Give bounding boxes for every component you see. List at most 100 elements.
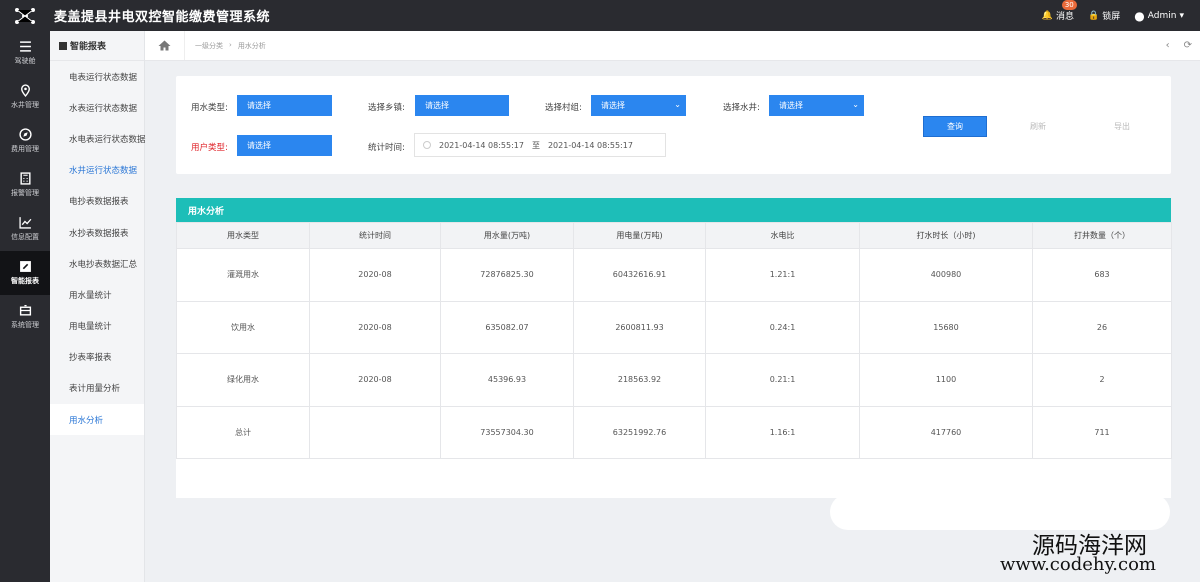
nav-label: 智能报表 xyxy=(11,277,39,285)
township-label: 选择乡镇: xyxy=(368,103,405,113)
chevron-down-icon: ⌄ xyxy=(852,100,859,109)
app-title: 麦盖提县井电双控智能缴费管理系统 xyxy=(54,10,271,25)
submenu-title: 智能报表 xyxy=(70,42,107,52)
table-cell: 63251992.76 xyxy=(573,405,706,459)
messages-button[interactable]: 🔔 消息 30 xyxy=(1042,0,1077,22)
submenu-header[interactable]: 智能报表 xyxy=(50,31,144,61)
table-cell: 683 xyxy=(1032,248,1172,302)
table-cell: 60432616.91 xyxy=(573,248,706,302)
village-value: 请选择 xyxy=(601,101,625,110)
refresh-button[interactable]: 刷新 xyxy=(1006,116,1070,137)
column-header: 用水类型 xyxy=(176,222,310,249)
column-header: 统计时间 xyxy=(309,222,441,249)
messages-badge: 30 xyxy=(1061,0,1077,10)
top-bar: 麦盖提县井电双控智能缴费管理系统 🔔 消息 30 🔒 锁屏 ● Admin ▾ xyxy=(0,0,1200,31)
edit-icon xyxy=(19,261,31,272)
submenu-item[interactable]: 水电表运行状态数据 xyxy=(50,123,146,154)
nav-item-reports[interactable]: 智能报表 xyxy=(0,251,50,295)
nav-item-config[interactable]: 信息配置 xyxy=(0,207,50,251)
table-cell: 15680 xyxy=(859,300,1033,354)
lock-label: 锁屏 xyxy=(1102,12,1121,22)
table-cell: 400980 xyxy=(859,248,1033,302)
user-type-label: 用户类型: xyxy=(191,143,228,153)
table-row: 灌溉用水 2020-08 72876825.30 60432616.91 1.2… xyxy=(176,248,1172,302)
nav-label: 信息配置 xyxy=(11,233,39,241)
main-nav: 驾驶舱 水井管理 费用管理 报警管理 信息配置 智能报表 系统管理 xyxy=(0,31,50,582)
user-menu[interactable]: ● Admin ▾ xyxy=(1134,9,1184,23)
date-range-picker[interactable]: 2021-04-14 08:55:17 至 2021-04-14 08:55:1… xyxy=(414,133,666,157)
nav-label: 系统管理 xyxy=(11,321,39,329)
lock-screen-button[interactable]: 🔒 锁屏 xyxy=(1088,9,1121,23)
nav-label: 驾驶舱 xyxy=(14,57,36,65)
table-cell: 45396.93 xyxy=(440,353,574,407)
logo-icon[interactable] xyxy=(0,7,50,25)
water-type-select[interactable]: 请选择 xyxy=(237,95,332,116)
lock-icon: 🔒 xyxy=(1088,10,1100,21)
compass-icon xyxy=(18,128,32,141)
nav-item-fees[interactable]: 费用管理 xyxy=(0,119,50,163)
watermark-url: www.codehy.com xyxy=(1000,554,1156,575)
submenu-item-active[interactable]: 用水分析 xyxy=(50,404,144,436)
home-icon[interactable] xyxy=(145,31,185,60)
township-value: 请选择 xyxy=(425,101,449,110)
messages-label: 消息 xyxy=(1056,12,1075,22)
table-cell: 2 xyxy=(1032,353,1172,407)
submenu-item[interactable]: 水抄表数据报表 xyxy=(50,217,144,248)
end-time[interactable]: 2021-04-14 08:55:17 xyxy=(548,141,633,150)
well-label: 选择水井: xyxy=(723,103,760,113)
chevron-down-icon: ▾ xyxy=(1179,10,1184,21)
submenu-item[interactable]: 水井运行状态数据 xyxy=(50,155,144,186)
table-cell: 绿化用水 xyxy=(176,353,310,407)
breadcrumb-separator: › xyxy=(229,40,232,49)
submenu-item[interactable]: 水表运行状态数据 xyxy=(50,92,144,123)
water-type-value: 请选择 xyxy=(247,101,271,110)
user-label: Admin xyxy=(1147,10,1177,21)
nav-item-wells[interactable]: 水井管理 xyxy=(0,75,50,119)
water-analysis-table: 用水类型 统计时间 用水量(万吨) 用电量(万吨) 水电比 打水时长（小时) 打… xyxy=(176,222,1172,459)
breadcrumb-level2: 用水分析 xyxy=(237,41,266,50)
nav-item-alarms[interactable]: 报警管理 xyxy=(0,163,50,207)
refresh-icon[interactable]: ⟳ xyxy=(1184,40,1192,51)
submenu-item[interactable]: 电抄表数据报表 xyxy=(50,186,144,217)
column-header: 水电比 xyxy=(705,222,860,249)
breadcrumb-level1[interactable]: 一级分类 xyxy=(195,41,223,51)
chart-icon xyxy=(18,217,31,229)
query-button[interactable]: 查询 xyxy=(923,116,987,137)
village-select[interactable]: 请选择 ⌄ xyxy=(591,95,686,116)
nav-label: 报警管理 xyxy=(11,189,39,197)
submenu-item[interactable]: 用电量统计 xyxy=(50,311,144,342)
village-label: 选择村组: xyxy=(545,103,582,113)
township-select[interactable]: 请选择 xyxy=(415,95,509,116)
table-cell: 26 xyxy=(1032,300,1172,354)
user-type-value: 请选择 xyxy=(247,141,271,150)
table-cell: 2020-08 xyxy=(309,353,441,407)
table-cell: 72876825.30 xyxy=(440,248,574,302)
nav-item-cockpit[interactable]: 驾驶舱 xyxy=(0,31,50,75)
export-button[interactable]: 导出 xyxy=(1090,116,1154,137)
table-cell: 711 xyxy=(1032,405,1172,459)
submenu-item[interactable]: 抄表率报表 xyxy=(50,342,144,373)
report-submenu: 智能报表 电表运行状态数据 水表运行状态数据 水电表运行状态数据 水井运行状态数… xyxy=(50,31,146,582)
table-header-row: 用水类型 统计时间 用水量(万吨) 用电量(万吨) 水电比 打水时长（小时) 打… xyxy=(176,222,1172,249)
submenu-item[interactable]: 水电抄表数据汇总 xyxy=(50,248,144,279)
pin-icon xyxy=(20,84,30,97)
table-row: 饮用水 2020-08 635082.07 2600811.93 0.24:1 … xyxy=(176,300,1172,354)
filter-panel: 用水类型: 请选择 选择乡镇: 请选择 选择村组: 请选择 ⌄ 选择水井: 请选… xyxy=(176,76,1171,174)
user-type-select[interactable]: 请选择 xyxy=(237,135,332,156)
table-cell: 1.21:1 xyxy=(705,248,860,302)
well-select[interactable]: 请选择 ⌄ xyxy=(769,95,864,116)
nav-item-system[interactable]: 系统管理 xyxy=(0,295,50,339)
calendar-icon xyxy=(423,141,431,149)
table-cell: 1.16:1 xyxy=(705,405,860,459)
column-header: 打井数量（个） xyxy=(1032,222,1172,249)
table-row: 绿化用水 2020-08 45396.93 218563.92 0.21:1 1… xyxy=(176,353,1172,407)
time-label: 统计时间: xyxy=(368,143,405,153)
start-time[interactable]: 2021-04-14 08:55:17 xyxy=(439,141,524,150)
column-header: 用电量(万吨) xyxy=(573,222,706,249)
submenu-item[interactable]: 表计用量分析 xyxy=(50,373,144,404)
submenu-item[interactable]: 用水量统计 xyxy=(50,279,144,310)
edit-icon xyxy=(59,41,67,50)
table-cell: 饮用水 xyxy=(176,300,310,354)
chevron-left-icon[interactable]: ‹ xyxy=(1166,40,1170,51)
submenu-item[interactable]: 电表运行状态数据 xyxy=(50,61,144,92)
